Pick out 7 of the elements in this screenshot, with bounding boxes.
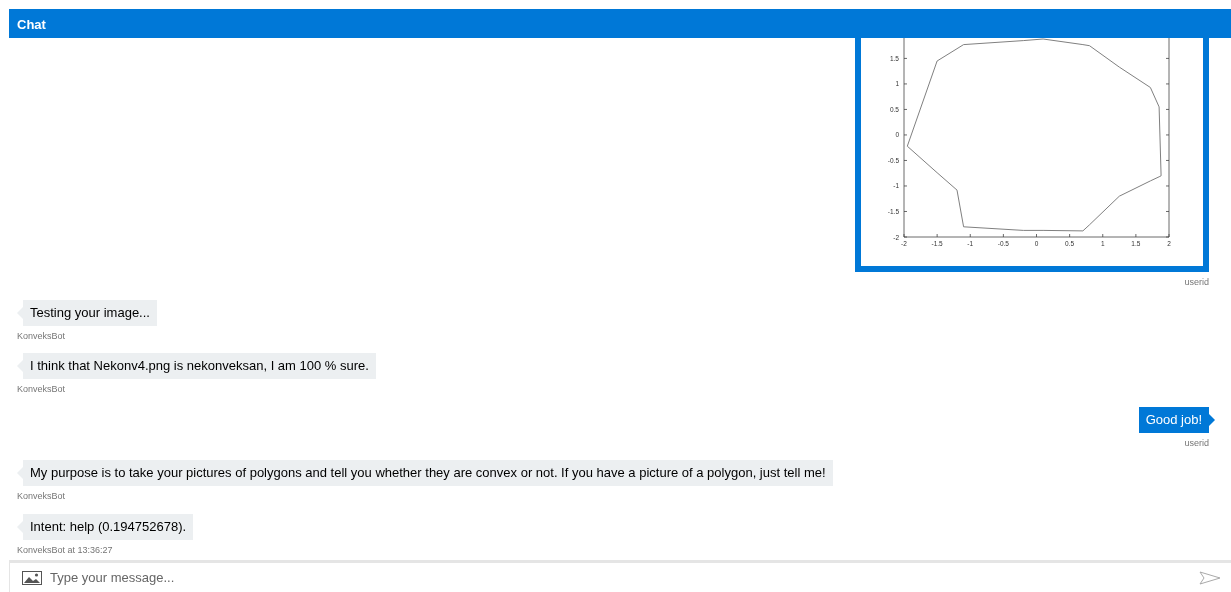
header-title: Chat <box>9 9 1231 38</box>
sender-label: KonveksBot at 13:36:27 <box>17 543 113 557</box>
sender-label: KonveksBot <box>17 329 66 343</box>
sender-label: KonveksBot <box>17 490 66 503</box>
sender-label: userid <box>1184 436 1209 450</box>
sender-label: userid <box>1184 276 1209 289</box>
sender-label: KonveksBot <box>17 383 66 396</box>
